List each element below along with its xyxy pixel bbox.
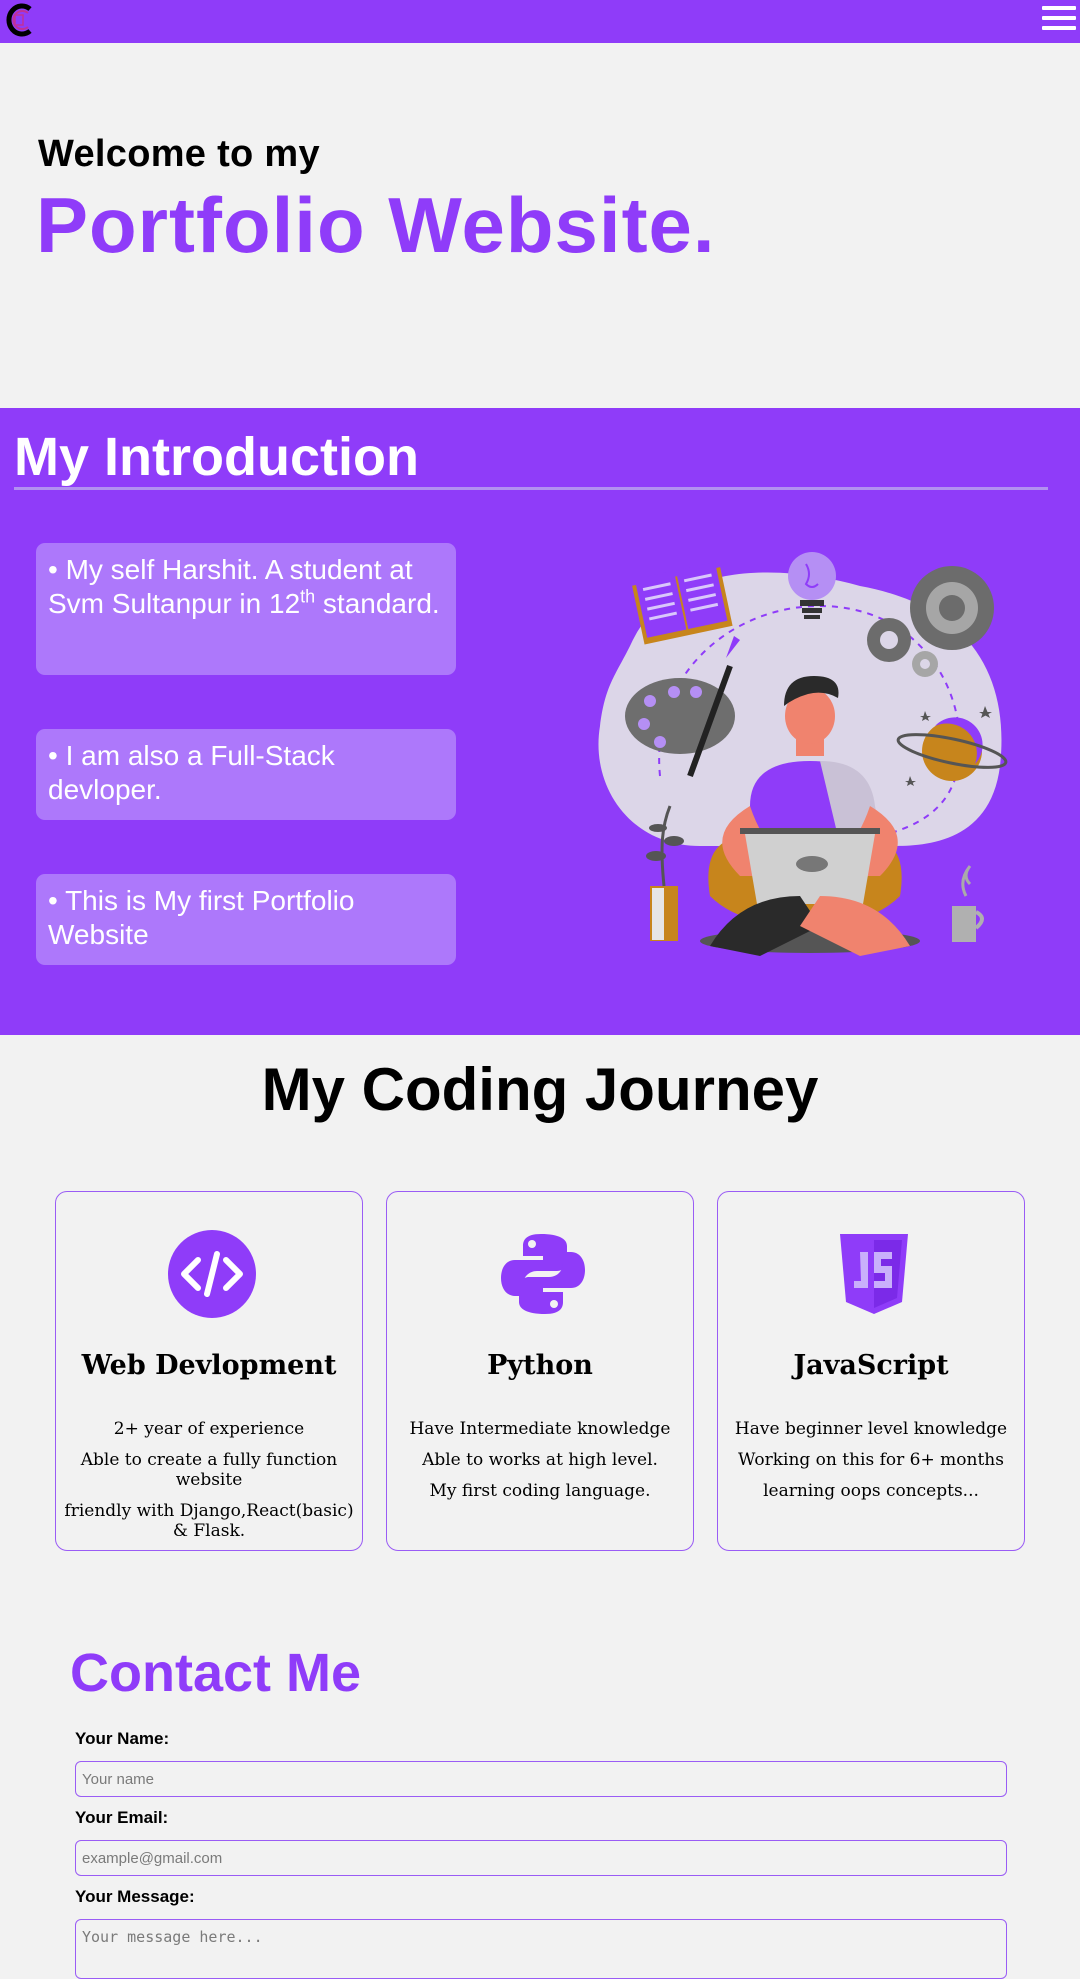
message-textarea[interactable]: [75, 1919, 1007, 1979]
c-logo-icon[interactable]: [6, 3, 36, 37]
intro-card-1-superscript: th: [300, 586, 316, 607]
journey-card-line: Able to create a fully function website: [80, 1450, 338, 1490]
hero-section: Welcome to my Portfolio Website.: [0, 43, 1080, 408]
person-meditating-with-laptop-illustration: [590, 546, 1020, 966]
journey-card-web: Web Devlopment 2+ year of experience Abl…: [55, 1191, 363, 1551]
intro-title: My Introduction: [14, 427, 419, 487]
email-input[interactable]: [75, 1840, 1007, 1876]
hero-subtitle: Welcome to my: [38, 133, 320, 175]
navbar: [0, 0, 1080, 43]
journey-card-line: Working on this for 6+ months: [738, 1450, 1004, 1470]
journey-card-line: 2+ year of experience: [113, 1419, 305, 1439]
intro-card-3-text: • This is My first Portfolio Website: [48, 885, 355, 950]
hero-title: Portfolio Website.: [36, 181, 716, 269]
contact-title: Contact Me: [70, 1643, 362, 1703]
journey-card-javascript: JavaScript Have beginner level knowledge…: [717, 1191, 1025, 1551]
journey-card-javascript-title: JavaScript: [793, 1350, 949, 1381]
journey-card-line: My first coding language.: [429, 1481, 651, 1501]
email-label: Your Email:: [75, 1808, 169, 1827]
journey-card-line: friendly with Django,React(basic) & Flas…: [64, 1501, 354, 1541]
introduction-section: My Introduction • My self Harshit. A stu…: [0, 408, 1080, 1035]
journey-card-line: Have beginner level knowledge: [734, 1419, 1008, 1439]
intro-card-1: • My self Harshit. A student at Svm Sult…: [36, 543, 456, 675]
journey-card-line: Have Intermediate knowledge: [409, 1419, 671, 1439]
intro-card-2-text: • I am also a Full-Stack devloper.: [48, 740, 335, 805]
journey-card-python: Python Have Intermediate knowledge Able …: [386, 1191, 694, 1551]
intro-card-1-text-end: standard.: [315, 588, 440, 619]
name-label: Your Name:: [75, 1729, 170, 1748]
journey-card-python-title: Python: [487, 1350, 593, 1381]
hamburger-menu-icon[interactable]: [1042, 6, 1076, 34]
name-input[interactable]: [75, 1761, 1007, 1797]
javascript-icon: [830, 1230, 918, 1318]
intro-card-3: • This is My first Portfolio Website: [36, 874, 456, 965]
journey-card-line: learning oops concepts...: [763, 1481, 979, 1501]
journey-card-javascript-lines: Have beginner level knowledge Working on…: [726, 1419, 1016, 1512]
code-icon: [168, 1230, 256, 1318]
journey-card-python-lines: Have Intermediate knowledge Able to work…: [395, 1419, 685, 1512]
journey-title: My Coding Journey: [261, 1056, 819, 1123]
intro-divider: [14, 487, 1048, 490]
python-icon: [499, 1230, 587, 1318]
message-label: Your Message:: [75, 1887, 195, 1906]
journey-card-web-title: Web Devlopment: [81, 1350, 337, 1381]
journey-card-line: Able to works at high level.: [422, 1450, 658, 1470]
intro-card-2: • I am also a Full-Stack devloper.: [36, 729, 456, 820]
journey-card-web-lines: 2+ year of experience Able to create a f…: [64, 1419, 354, 1552]
